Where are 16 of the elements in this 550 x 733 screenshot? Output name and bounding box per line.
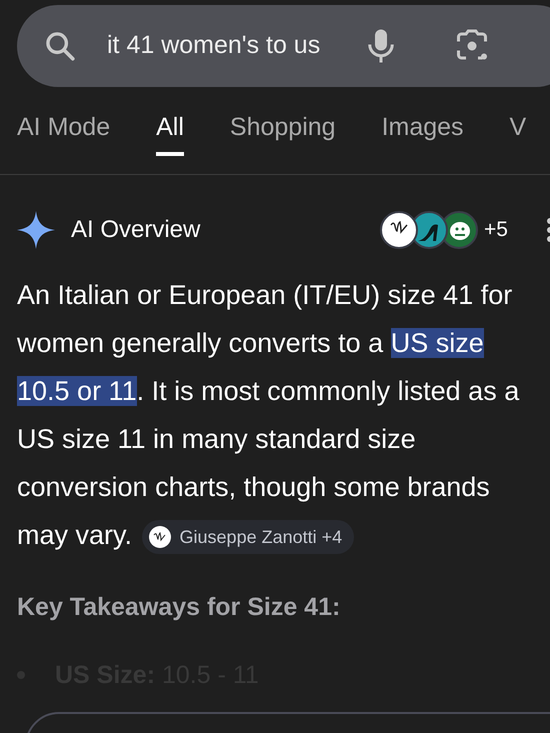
tab[interactable]: Shopping: [230, 112, 336, 156]
search-bar[interactable]: it 41 women's to us: [17, 5, 550, 87]
sparkle-icon: [17, 211, 55, 249]
ai-answer-text: An Italian or European (IT/EU) size 41 for women generally converts to a US size 10.5 or 11. It is most commonly listed as a US size 11 in many standard size conversion charts, though some brands may vary. Giuseppe Zanotti +4: [0, 271, 550, 559]
citation-chip[interactable]: Giuseppe Zanotti +4: [142, 520, 354, 554]
microphone-icon[interactable]: [366, 28, 396, 64]
source-avatar-icon[interactable]: [380, 211, 418, 249]
tab[interactable]: All: [156, 112, 184, 156]
tab[interactable]: AI Mode: [17, 112, 110, 156]
more-sources-count[interactable]: +5: [484, 214, 508, 246]
search-query[interactable]: it 41 women's to us: [107, 27, 320, 65]
tab[interactable]: Images: [382, 112, 464, 156]
source-logo-icon: [148, 524, 172, 549]
takeaways-heading: Key Takeaways for Size 41:: [16, 592, 342, 623]
tab[interactable]: V: [510, 112, 526, 156]
ai-overview-title: AI Overview: [71, 215, 200, 245]
